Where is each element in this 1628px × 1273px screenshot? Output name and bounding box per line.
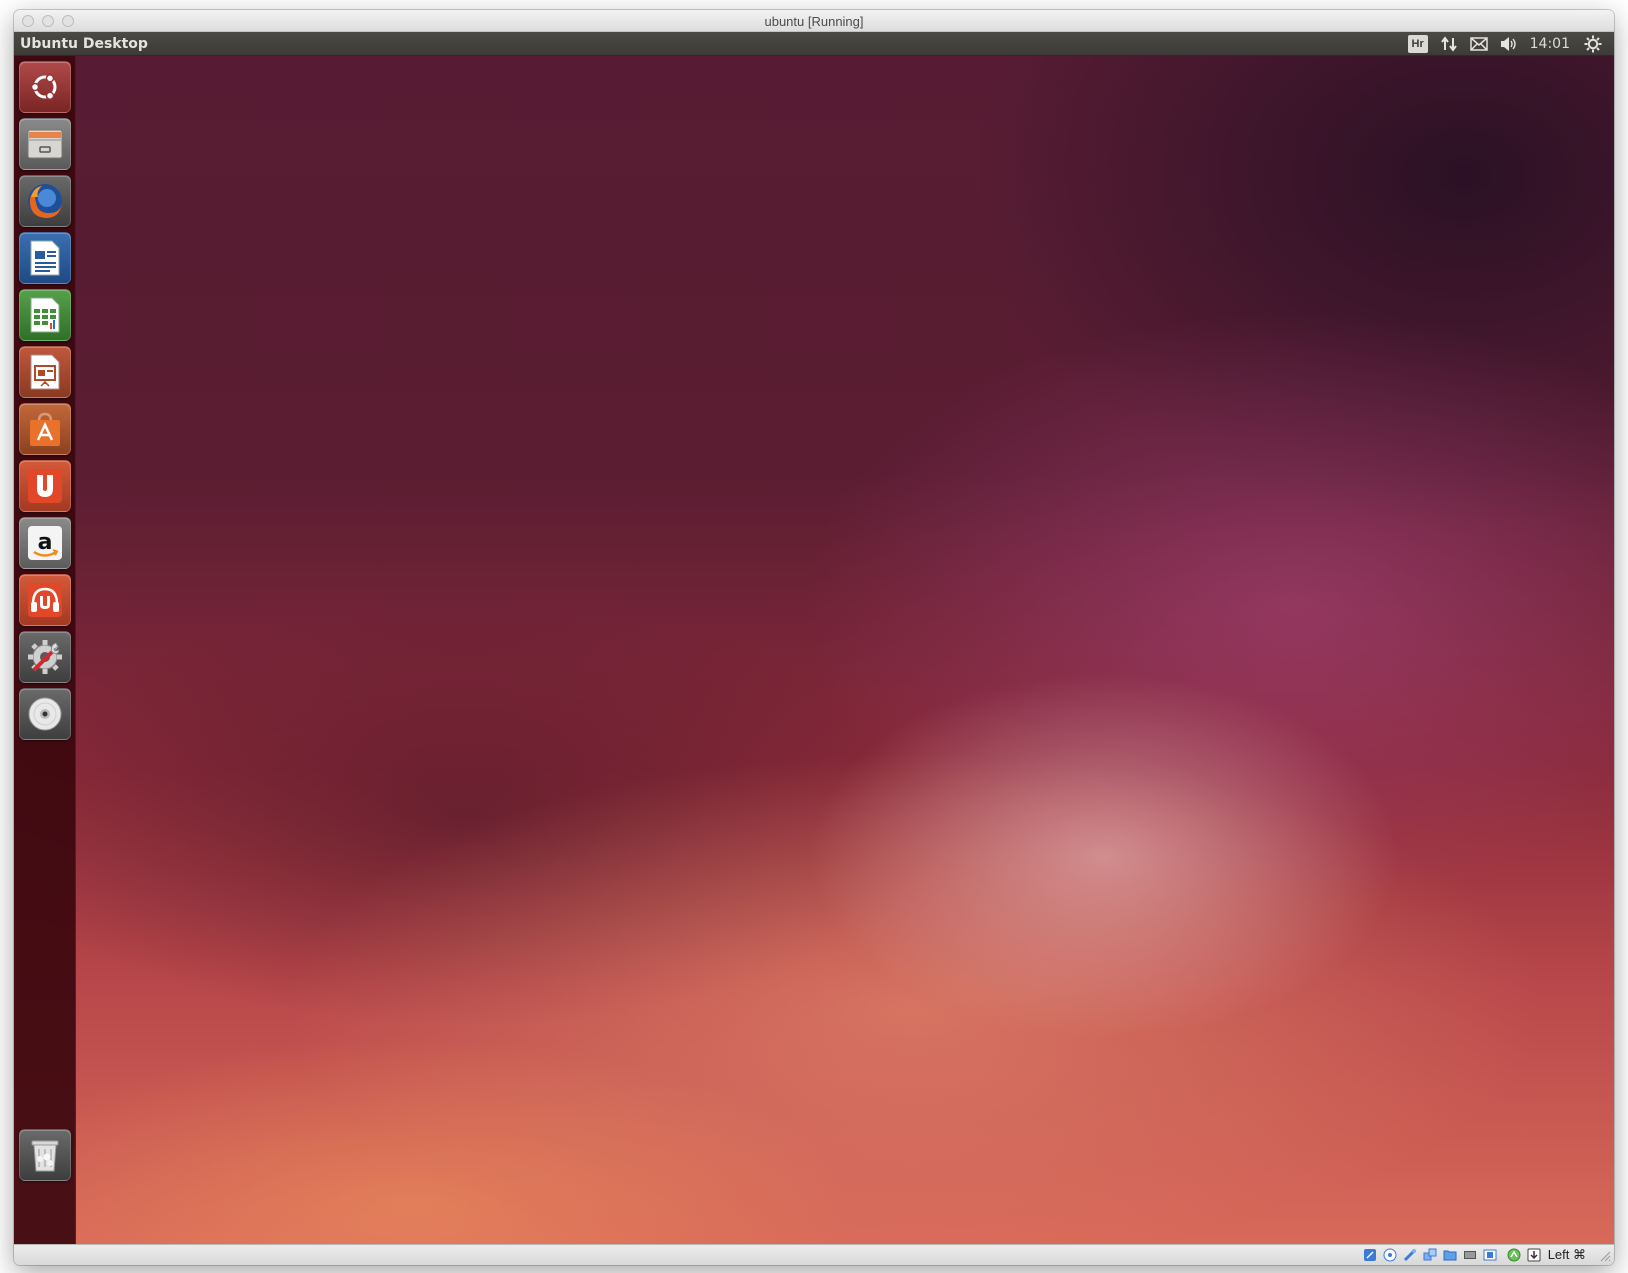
launcher-item-system-settings[interactable] [19, 631, 71, 683]
volume-icon [1500, 37, 1516, 51]
amazon-icon: a [28, 526, 62, 560]
shared-folder-icon[interactable] [1442, 1247, 1458, 1263]
host-status-bar: Left ⌘ [14, 1244, 1614, 1265]
keyboard-layout-icon: Hr [1407, 35, 1428, 53]
desktop-wallpaper[interactable] [14, 56, 1614, 1244]
keyboard-layout-indicator[interactable]: Hr [1407, 32, 1428, 56]
file-cabinet-icon [27, 129, 63, 159]
launcher-item-dash-home[interactable] [19, 61, 71, 113]
unity-launcher: a [14, 56, 76, 1244]
network-icon[interactable] [1422, 1247, 1438, 1263]
launcher-item-files[interactable] [19, 118, 71, 170]
settings-wrench-icon [28, 640, 62, 674]
launcher-item-libreoffice-writer[interactable] [19, 232, 71, 284]
session-gear-icon [1584, 35, 1602, 53]
ubuntu-one-icon [28, 469, 62, 503]
hard-disk-icon[interactable] [1362, 1247, 1378, 1263]
launcher-item-ubuntu-one-music[interactable] [19, 574, 71, 626]
firefox-icon [28, 184, 63, 218]
indicator-area: Hr 14:01 [1407, 32, 1614, 56]
optical-drive-icon[interactable] [1382, 1247, 1398, 1263]
usb-icon[interactable] [1402, 1247, 1418, 1263]
launcher-item-optical-disc[interactable] [19, 688, 71, 740]
ubuntu-logo-icon [30, 74, 57, 100]
shopping-bag-icon [30, 412, 60, 446]
launcher-item-ubuntu-one[interactable] [19, 460, 71, 512]
panel-app-title: Ubuntu Desktop [20, 36, 148, 52]
keyboard-capture-icon[interactable] [1526, 1247, 1542, 1263]
network-indicator[interactable] [1440, 32, 1458, 56]
mail-icon [1469, 37, 1488, 51]
svg-text:a: a [38, 530, 53, 555]
host-key-label: Left ⌘ [1547, 1247, 1586, 1262]
mouse-integration-icon[interactable] [1506, 1247, 1522, 1263]
host-window-title: ubuntu [Running] [764, 14, 864, 29]
top-panel: Ubuntu Desktop Hr 14:01 [14, 32, 1614, 56]
vm-screen[interactable]: Ubuntu Desktop Hr 14:01 a [14, 32, 1614, 1244]
disc-icon [28, 697, 62, 731]
launcher-item-software-center[interactable] [19, 403, 71, 455]
writer-document-icon [30, 240, 60, 276]
impress-presentation-icon [30, 354, 60, 390]
calc-spreadsheet-icon [30, 297, 60, 333]
virtualbox-window: ubuntu [Running] Ubuntu Desktop Hr 14:01… [14, 10, 1614, 1265]
session-indicator[interactable] [1584, 32, 1602, 56]
messaging-indicator[interactable] [1469, 32, 1488, 56]
music-headphones-icon [28, 583, 62, 617]
resize-grip-icon[interactable] [1599, 1250, 1611, 1262]
sound-indicator[interactable] [1500, 32, 1518, 56]
launcher-item-amazon[interactable]: a [19, 517, 71, 569]
launcher-item-libreoffice-impress[interactable] [19, 346, 71, 398]
launcher-item-trash[interactable] [19, 1129, 71, 1181]
network-transfer-icon [1440, 36, 1457, 52]
video-capture-icon[interactable] [1482, 1247, 1498, 1263]
display-icon[interactable] [1462, 1247, 1478, 1263]
clock[interactable]: 14:01 [1530, 36, 1570, 52]
launcher-item-firefox[interactable] [19, 175, 71, 227]
trash-icon [31, 1140, 59, 1172]
host-titlebar: ubuntu [Running] [14, 10, 1614, 32]
launcher-item-libreoffice-calc[interactable] [19, 289, 71, 341]
